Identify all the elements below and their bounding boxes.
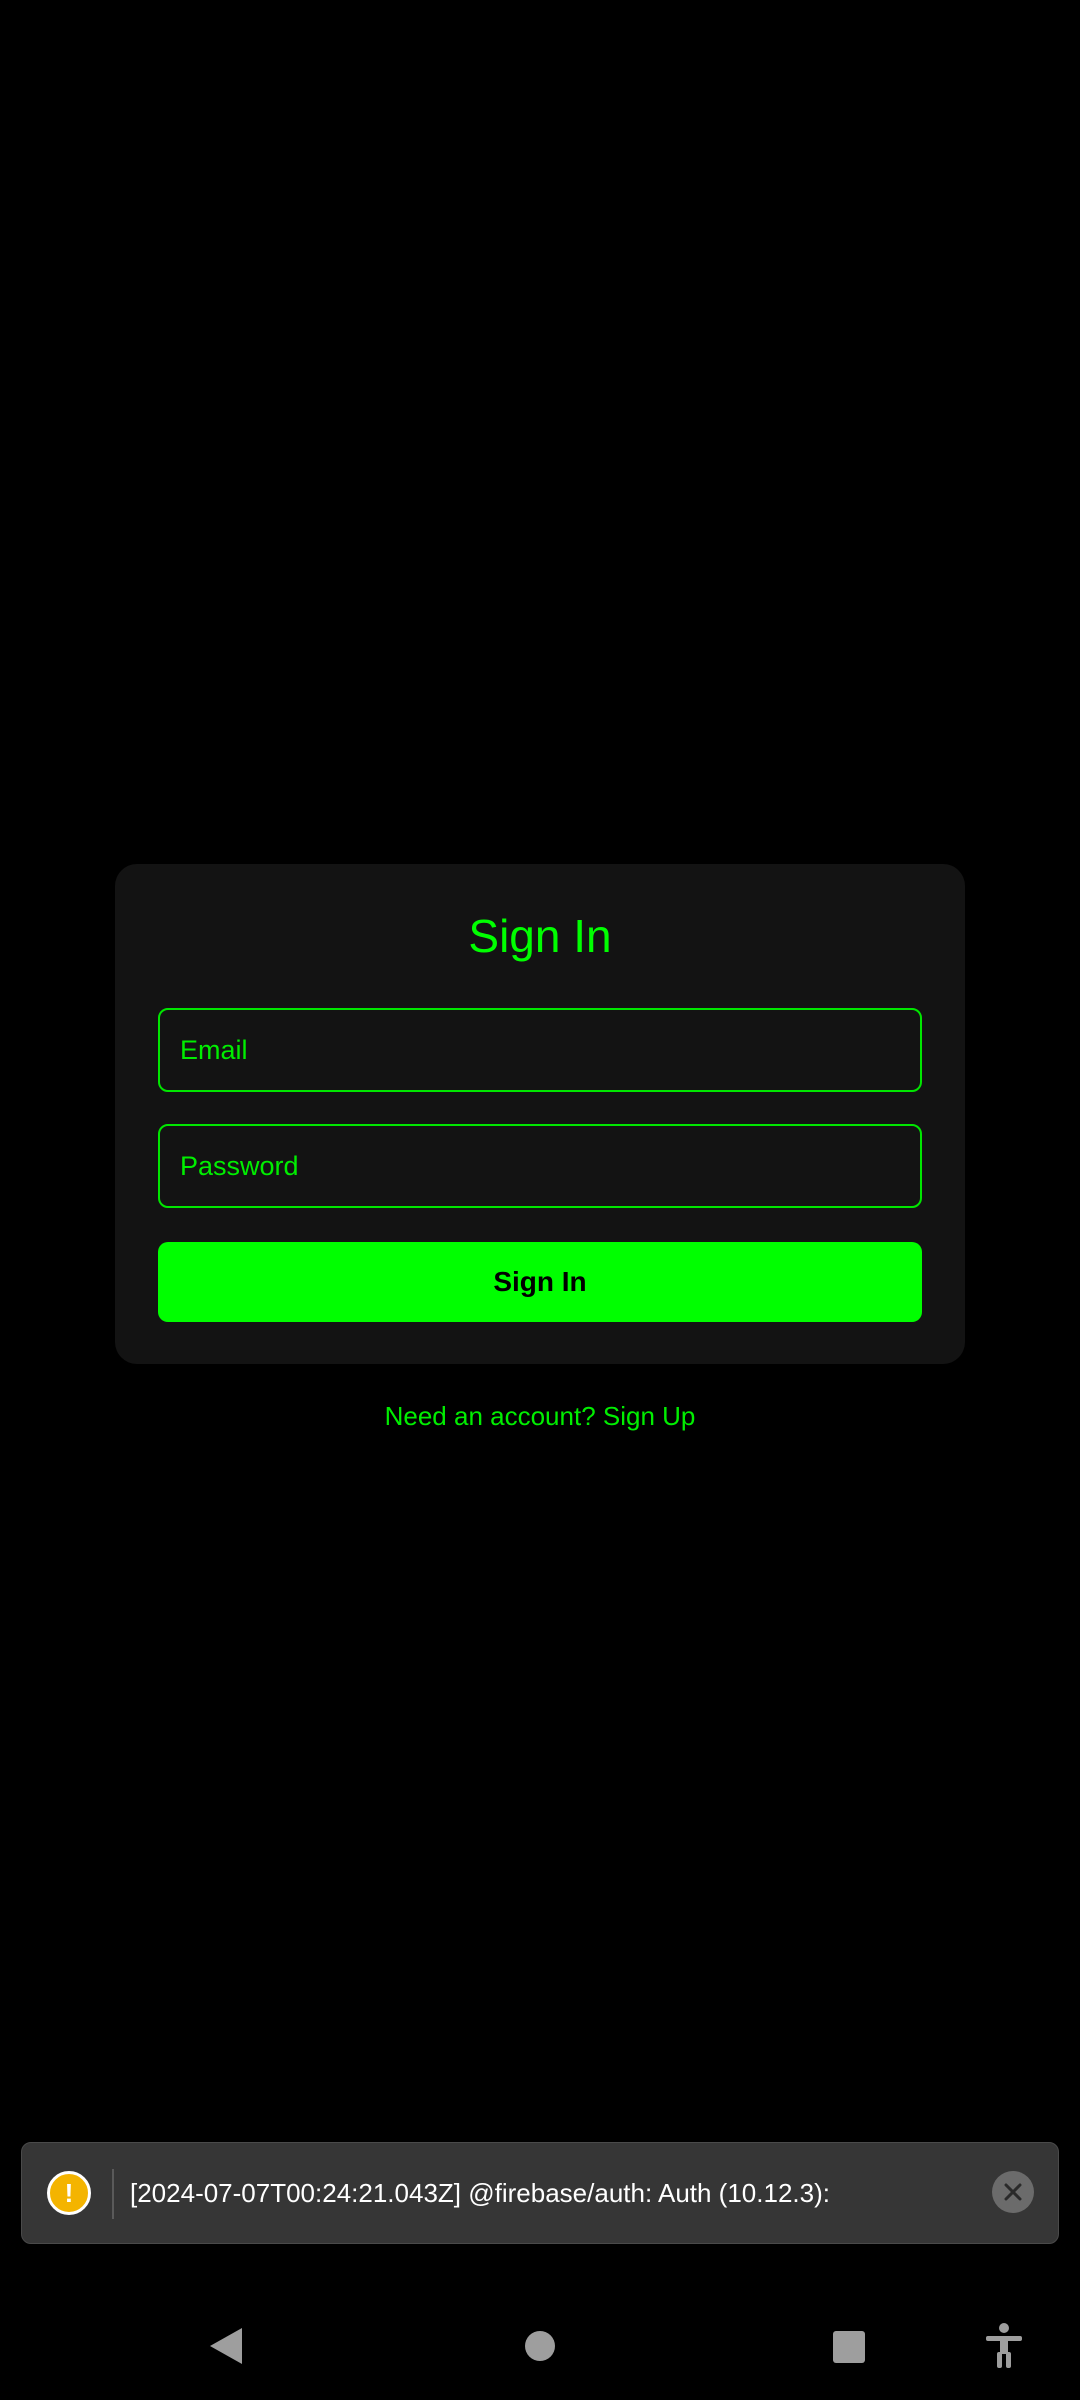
toast-message: [2024-07-07T00:24:21.043Z] @firebase/aut… [130, 2178, 830, 2208]
back-icon[interactable] [196, 2316, 256, 2376]
log-toast[interactable]: ! [2024-07-07T00:24:21.043Z] @firebase/a… [21, 2142, 1059, 2244]
toast-divider [112, 2169, 114, 2219]
close-icon[interactable] [992, 2171, 1034, 2213]
sign-in-button[interactable]: Sign In [158, 1242, 922, 1322]
email-input[interactable]: Email [158, 1008, 922, 1092]
signin-title: Sign In [468, 910, 612, 962]
home-icon[interactable] [510, 2316, 570, 2376]
signup-link[interactable]: Need an account? Sign Up [0, 1396, 1080, 1436]
recents-icon[interactable] [818, 2316, 878, 2376]
password-input[interactable]: Password [158, 1124, 922, 1208]
accessibility-icon[interactable] [974, 2316, 1034, 2376]
warning-icon: ! [47, 2171, 91, 2215]
